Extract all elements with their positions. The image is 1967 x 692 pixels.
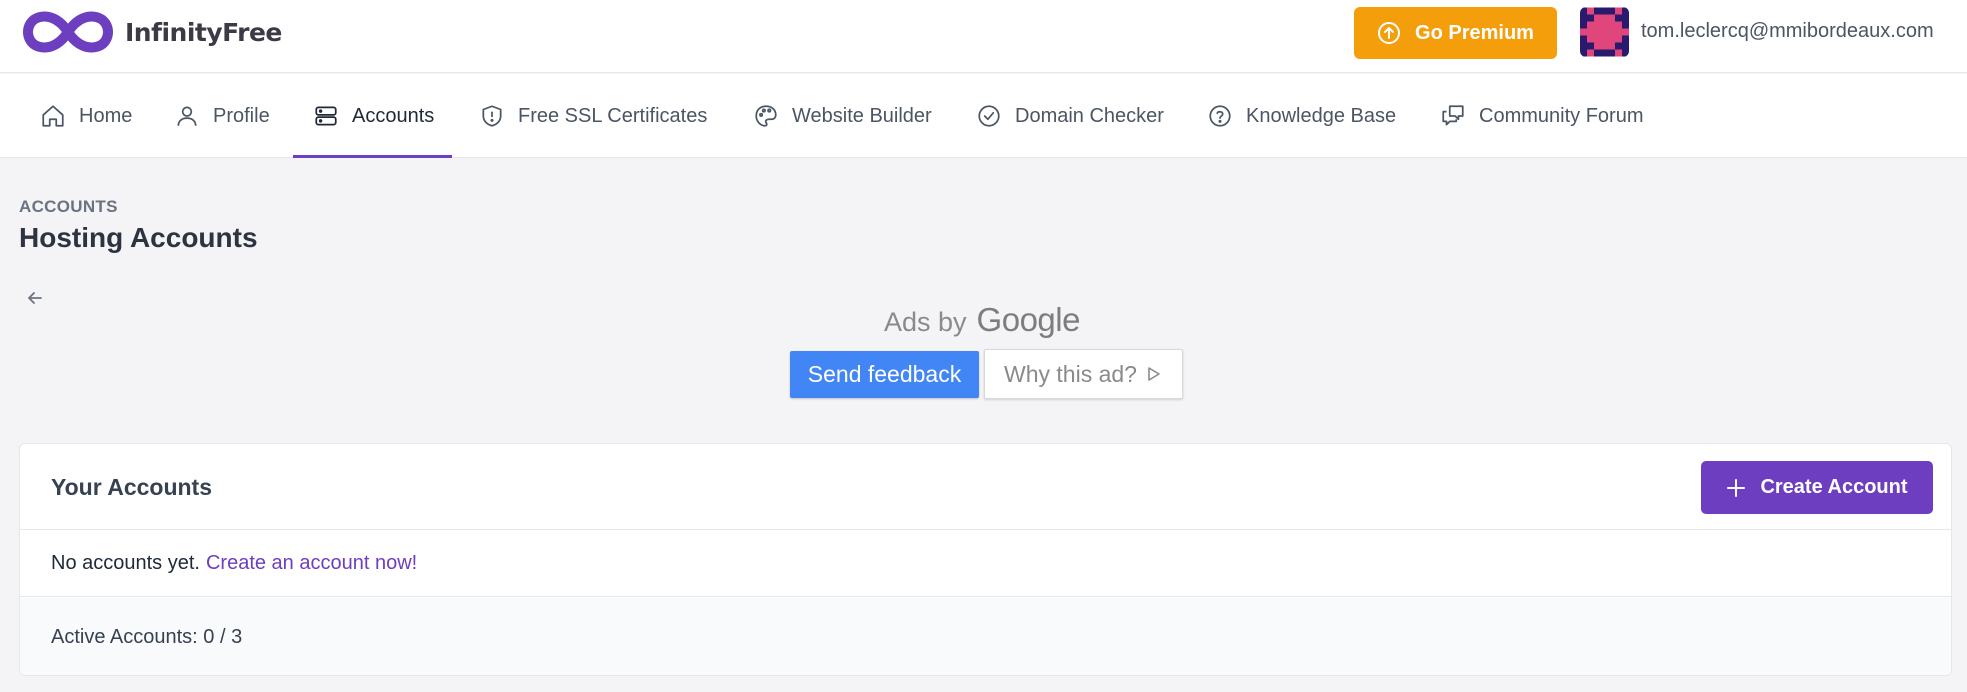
- card-footer: Active Accounts: 0 / 3: [20, 598, 1951, 675]
- nav-item-label: Profile: [213, 104, 270, 127]
- check-circle-icon: [978, 105, 1000, 127]
- ads-by-google: Ads by Google: [884, 301, 1080, 341]
- create-account-link[interactable]: Create an account now!: [206, 552, 417, 575]
- nav-item-label: Free SSL Certificates: [518, 104, 708, 127]
- nav-item-community-forum[interactable]: Community Forum: [1440, 74, 1643, 158]
- send-feedback-label: Send feedback: [807, 361, 962, 387]
- why-this-ad-label: Why this ad?: [1004, 360, 1137, 387]
- nav-item-knowledge-base[interactable]: Knowledge Base: [1207, 74, 1396, 158]
- accounts-card: Your Accounts Create Account No accounts…: [19, 443, 1952, 676]
- send-feedback-button[interactable]: Send feedback: [790, 351, 979, 398]
- create-account-button[interactable]: Create Account: [1701, 461, 1933, 514]
- nav-item-ssl[interactable]: Free SSL Certificates: [479, 74, 707, 158]
- empty-text: No accounts yet.: [51, 551, 200, 574]
- nav-item-label: Accounts: [352, 104, 435, 127]
- arrow-up-circle-icon: [1378, 22, 1401, 44]
- why-this-ad-button[interactable]: Why this ad?: [984, 349, 1183, 399]
- back-arrow-icon[interactable]: [25, 288, 45, 313]
- ads-by-label: Ads by: [884, 307, 967, 337]
- question-circle-icon: [1209, 105, 1231, 127]
- nav-item-domain-checker[interactable]: Domain Checker: [976, 74, 1164, 158]
- user-icon: [177, 106, 197, 126]
- brand-name: InfinityFree: [125, 17, 282, 47]
- nav-item-accounts[interactable]: Accounts: [292, 74, 453, 158]
- nav-item-profile[interactable]: Profile: [174, 74, 270, 158]
- logo[interactable]: InfinityFree: [19, 8, 282, 56]
- palette-icon: [755, 105, 777, 127]
- go-premium-button[interactable]: Go Premium: [1354, 7, 1557, 59]
- home-icon: [42, 105, 64, 127]
- google-wordmark: Google: [976, 301, 1081, 338]
- nav-item-label: Domain Checker: [1015, 104, 1164, 127]
- page-title: Hosting Accounts: [19, 222, 258, 253]
- nav-item-label: Knowledge Base: [1246, 104, 1397, 127]
- shield-icon: [482, 105, 502, 127]
- plus-icon: [1727, 478, 1746, 497]
- nav-item-label: Community Forum: [1479, 104, 1644, 127]
- empty-state: No accounts yet. Create an account now!: [20, 530, 1951, 597]
- nav-item-website-builder[interactable]: Website Builder: [753, 74, 932, 158]
- nav-item-label: Home: [79, 104, 133, 127]
- avatar[interactable]: [1580, 7, 1629, 57]
- active-accounts-count: Active Accounts: 0 / 3: [51, 626, 243, 648]
- nav-item-label: Website Builder: [792, 104, 932, 127]
- server-icon: [315, 106, 337, 126]
- create-account-label: Create Account: [1760, 476, 1908, 498]
- infinity-logo-icon: [23, 11, 113, 53]
- go-premium-label: Go Premium: [1415, 21, 1534, 44]
- play-outline-icon: [1148, 367, 1160, 381]
- nav-item-home[interactable]: Home: [40, 74, 132, 158]
- breadcrumb: ACCOUNTS: [19, 197, 118, 216]
- card-header: Your Accounts Create Account: [20, 444, 1951, 530]
- top-header: InfinityFree Go Premium tom.leclercq@mmi…: [0, 0, 1967, 73]
- user-email[interactable]: tom.leclercq@mmibordeaux.com: [1641, 20, 1934, 43]
- chat-icon: [1442, 105, 1464, 126]
- main-nav: Home Profile Accounts Free SSL Certifica…: [0, 74, 1967, 158]
- card-title: Your Accounts: [51, 474, 213, 500]
